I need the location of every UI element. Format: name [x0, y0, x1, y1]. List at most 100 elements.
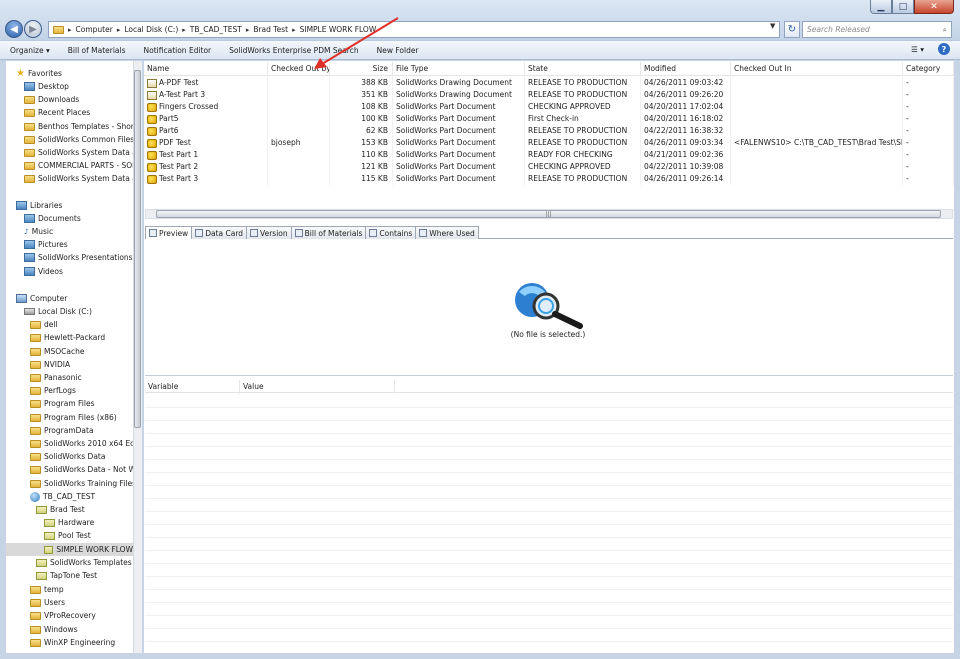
notification-editor-button[interactable]: Notification Editor	[144, 46, 212, 55]
tree-item-disk-folder[interactable]: SolidWorks Data - Not Wo	[30, 463, 133, 476]
tree-favorites[interactable]: ★ Favorites	[16, 67, 62, 80]
table-row[interactable]: Part6 62 KB SolidWorks Part Document RELEAS…	[144, 125, 954, 137]
tab-where-used[interactable]: Where Used	[415, 226, 479, 239]
tab-contains[interactable]: Contains	[365, 226, 417, 239]
chevron-right-icon[interactable]: ▸	[292, 26, 296, 34]
close-button[interactable]: ✕	[914, 0, 954, 14]
tree-item-sw-system-2[interactable]: SolidWorks System Data and	[24, 172, 133, 185]
tree-item-users[interactable]: Users	[30, 596, 65, 609]
table-row[interactable]: A-PDF Test 388 KB SolidWorks Drawing Docum…	[144, 77, 954, 89]
breadcrumb-vault[interactable]: TB_CAD_TEST	[190, 25, 242, 34]
tree-item-disk-folder[interactable]: Hewlett-Packard	[30, 331, 105, 344]
table-row[interactable]: Test Part 3 115 KB SolidWorks Part Documen…	[144, 173, 954, 185]
tree-item-documents[interactable]: Documents	[24, 212, 81, 225]
refresh-button[interactable]: ↻	[784, 21, 800, 38]
tree-item-windows[interactable]: Windows	[30, 623, 77, 636]
breadcrumb-local-disk[interactable]: Local Disk (C:)	[124, 25, 178, 34]
tree-item-pictures[interactable]: Pictures	[24, 238, 68, 251]
tree-item-hardware[interactable]: Hardware	[44, 516, 94, 529]
forward-button[interactable]: ▶	[24, 20, 42, 38]
tree-computer[interactable]: Computer	[16, 292, 67, 305]
column-header-value[interactable]: Value	[240, 380, 395, 394]
column-header-checked-out-in[interactable]: Checked Out In	[731, 62, 903, 76]
tree-item-pool-test[interactable]: Pool Test	[44, 529, 91, 542]
cell-file-type: SolidWorks Part Document	[393, 137, 525, 149]
tree-item-disk-folder[interactable]: Program Files (x86)	[30, 411, 117, 424]
tree-item-downloads[interactable]: Downloads	[24, 93, 79, 106]
cell-name: A-Test Part 3	[144, 89, 268, 101]
help-icon[interactable]: ?	[938, 43, 950, 55]
table-row[interactable]: PDF Test bjoseph 153 KB SolidWorks Part Doc…	[144, 137, 954, 149]
tree-vault[interactable]: TB_CAD_TEST	[30, 490, 95, 503]
tree-item-videos[interactable]: Videos	[24, 265, 63, 278]
chevron-right-icon[interactable]: ▸	[182, 26, 186, 34]
back-button[interactable]: ◀	[5, 20, 23, 38]
tree-item-vprorecovery[interactable]: VProRecovery	[30, 609, 96, 622]
tree-item-disk-folder[interactable]: dell	[30, 318, 58, 331]
address-bar[interactable]: ▸ Computer ▸ Local Disk (C:) ▸ TB_CAD_TE…	[48, 21, 780, 38]
tree-libraries[interactable]: Libraries	[16, 199, 62, 212]
tree-item-simple-work-flow[interactable]: SIMPLE WORK FLOW	[6, 543, 133, 556]
column-header-checked-out-by[interactable]: Checked Out by	[268, 62, 330, 76]
table-row[interactable]: Fingers Crossed 108 KB SolidWorks Part Doc…	[144, 101, 954, 113]
tree-item-recent-places[interactable]: Recent Places	[24, 106, 90, 119]
tree-brad-test[interactable]: Brad Test	[36, 503, 85, 516]
breadcrumb-simple-work-flow[interactable]: SIMPLE WORK FLOW	[300, 25, 377, 34]
search-input[interactable]: Search Released ⌕	[802, 21, 952, 38]
breadcrumb-brad-test[interactable]: Brad Test	[253, 25, 288, 34]
table-row[interactable]: A-Test Part 3 351 KB SolidWorks Drawing Do…	[144, 89, 954, 101]
tree-item-disk-folder[interactable]: NVIDIA	[30, 358, 70, 371]
tree-item-winxp-engineering[interactable]: WinXP Engineering	[30, 636, 115, 649]
cell-modified: 04/20/2011 16:18:02	[641, 113, 731, 125]
tree-item-temp[interactable]: temp	[30, 583, 64, 596]
folder-icon	[30, 320, 41, 329]
view-options-icon[interactable]: ☰ ▾	[911, 45, 924, 54]
column-header-modified[interactable]: Modified	[641, 62, 731, 76]
column-header-name[interactable]: Name	[144, 62, 268, 76]
tree-item-sw-common[interactable]: SolidWorks Common Files -	[24, 133, 133, 146]
tree-local-disk[interactable]: Local Disk (C:)	[24, 305, 92, 318]
tree-item-benthos[interactable]: Benthos Templates - Shortc	[24, 120, 133, 133]
column-header-variable[interactable]: Variable	[145, 380, 240, 394]
tree-item-disk-folder[interactable]: Program Files	[30, 397, 95, 410]
tree-item-disk-folder[interactable]: SolidWorks 2010 x64 Editic	[30, 437, 133, 450]
tree-item-commercial[interactable]: COMMERCIAL PARTS - SOL	[24, 159, 133, 172]
table-row[interactable]: Part5 100 KB SolidWorks Part Document First…	[144, 113, 954, 125]
address-dropdown-icon[interactable]: ▼	[770, 22, 775, 30]
tree-item-disk-folder[interactable]: SolidWorks Training Files	[30, 477, 133, 490]
tab-version[interactable]: Version	[246, 226, 292, 239]
maximize-button[interactable]: □	[892, 0, 914, 14]
tree-item-sw-presentations[interactable]: SolidWorks Presentations	[24, 251, 133, 264]
tab-data-card[interactable]: Data Card	[191, 226, 248, 239]
tree-item-disk-folder[interactable]: ProgramData	[30, 424, 94, 437]
pdm-search-button[interactable]: SolidWorks Enterprise PDM Search	[229, 46, 358, 55]
nav-scrollbar-thumb[interactable]	[134, 70, 141, 428]
chevron-right-icon[interactable]: ▸	[246, 26, 250, 34]
bill-of-materials-button[interactable]: Bill of Materials	[68, 46, 126, 55]
tree-item-disk-folder[interactable]: MSOCache	[30, 345, 84, 358]
column-header-file-type[interactable]: File Type	[393, 62, 525, 76]
table-row[interactable]: Test Part 2 121 KB SolidWorks Part Documen…	[144, 161, 954, 173]
tab-preview[interactable]: Preview	[145, 226, 193, 239]
part-icon	[147, 138, 157, 148]
minimize-button[interactable]: ▁	[870, 0, 892, 14]
table-row[interactable]: Test Part 1 110 KB SolidWorks Part Documen…	[144, 149, 954, 161]
tree-item-taptone-test[interactable]: TapTone Test	[36, 569, 97, 582]
breadcrumb-computer[interactable]: Computer	[76, 25, 113, 34]
column-header-size[interactable]: Size	[330, 62, 393, 76]
column-header-state[interactable]: State	[525, 62, 641, 76]
new-folder-button[interactable]: New Folder	[377, 46, 419, 55]
column-header-category[interactable]: Category	[903, 62, 954, 76]
chevron-right-icon[interactable]: ▸	[117, 26, 121, 34]
tree-item-disk-folder[interactable]: Panasonic	[30, 371, 82, 384]
tree-item-disk-folder[interactable]: PerfLogs	[30, 384, 76, 397]
tree-item-music[interactable]: ♪ Music	[24, 225, 53, 238]
tree-item-disk-folder[interactable]: SolidWorks Data	[30, 450, 105, 463]
tree-item-desktop[interactable]: Desktop	[24, 80, 69, 93]
file-list-hscrollbar-thumb[interactable]: |||	[156, 210, 941, 218]
tree-item-sw-system-1[interactable]: SolidWorks System Data and	[24, 146, 133, 159]
variables-header: Variable Value	[145, 380, 953, 394]
tab-bill-of-materials[interactable]: Bill of Materials	[290, 226, 367, 239]
organize-button[interactable]: Organize ▾	[10, 46, 50, 55]
tree-item-sw-templates[interactable]: SolidWorks Templates	[36, 556, 132, 569]
